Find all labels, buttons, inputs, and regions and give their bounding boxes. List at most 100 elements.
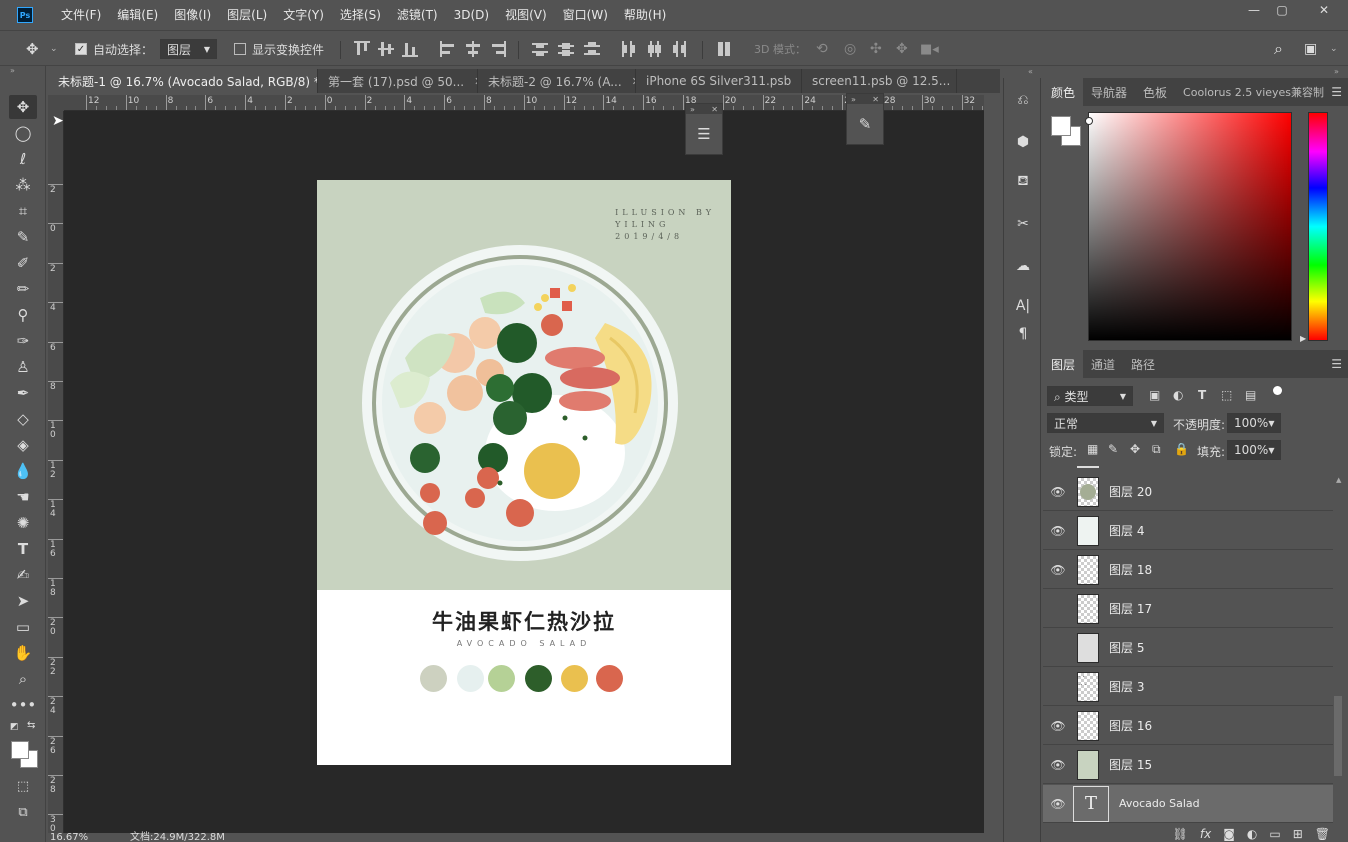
- magic-wand-icon[interactable]: ⁂: [9, 173, 37, 197]
- close-icon[interactable]: ✕: [872, 95, 879, 104]
- scroll-up-icon[interactable]: ▲: [1336, 476, 1341, 484]
- color-picker-handle[interactable]: [1085, 117, 1093, 125]
- visibility-eye-icon[interactable]: 👁: [1043, 512, 1073, 550]
- menu-filter[interactable]: 滤镜(T): [389, 0, 446, 30]
- layer-row[interactable]: 👁 图层 16: [1043, 707, 1333, 745]
- pen-icon[interactable]: ✍: [9, 563, 37, 587]
- libraries-icon[interactable]: ☁: [1011, 254, 1035, 278]
- filter-type-icon[interactable]: T: [1198, 388, 1206, 402]
- minimize-icon[interactable]: —: [1240, 0, 1268, 20]
- tab-channels[interactable]: 通道: [1083, 350, 1123, 378]
- menu-file[interactable]: 文件(F): [53, 0, 109, 30]
- menu-help[interactable]: 帮助(H): [616, 0, 674, 30]
- eyedropper-icon[interactable]: ✎: [9, 225, 37, 249]
- show-transform-checkbox[interactable]: 显示变换控件: [234, 39, 324, 59]
- hue-slider-handle[interactable]: ▶: [1300, 334, 1306, 343]
- opacity-input[interactable]: 100% ▼: [1227, 413, 1281, 433]
- healing-brush-icon[interactable]: ✐: [9, 251, 37, 275]
- expand-icon[interactable]: »: [851, 95, 856, 104]
- new-group-icon[interactable]: ▭: [1269, 827, 1280, 841]
- lock-paint-icon[interactable]: ✎: [1108, 442, 1118, 456]
- eraser-icon[interactable]: ◇: [9, 407, 37, 431]
- 3d-icon[interactable]: ⬢: [1011, 130, 1035, 154]
- visibility-toggle-empty[interactable]: [1043, 629, 1073, 667]
- smudge-icon[interactable]: ☚: [9, 485, 37, 509]
- panel-menu-icon[interactable]: ☰: [1331, 85, 1342, 99]
- menu-window[interactable]: 窗口(W): [555, 0, 616, 30]
- distribute-bottom-icon[interactable]: [584, 41, 600, 57]
- visibility-eye-icon[interactable]: 👁: [1043, 707, 1073, 745]
- default-colors-icon[interactable]: ◩: [10, 722, 19, 732]
- menu-layer[interactable]: 图层(L): [219, 0, 275, 30]
- elliptical-marquee-icon[interactable]: ◯: [9, 121, 37, 145]
- adjustment-layer-icon[interactable]: ◐: [1247, 827, 1257, 841]
- tab-document-3[interactable]: 未标题-2 @ 16.7% (A...✕: [478, 69, 636, 93]
- tab-document-4[interactable]: iPhone 6S Silver311.psb✕: [636, 69, 802, 93]
- color-saturation-field[interactable]: [1085, 112, 1292, 341]
- brush-settings-icon[interactable]: ✎: [847, 104, 883, 144]
- align-top-icon[interactable]: [354, 41, 370, 57]
- foreground-color-swatch[interactable]: [1051, 116, 1071, 136]
- search-icon[interactable]: ⌕: [1274, 39, 1283, 59]
- distribute-right-icon[interactable]: [672, 41, 688, 57]
- paragraph-icon[interactable]: ¶: [1011, 322, 1035, 346]
- auto-align-icon[interactable]: [716, 41, 732, 57]
- 3d-roll-icon[interactable]: ◎: [844, 39, 856, 59]
- blur-icon[interactable]: 💧: [9, 459, 37, 483]
- link-layers-icon[interactable]: ⛓: [1173, 827, 1188, 841]
- art-history-brush-icon[interactable]: ✒: [9, 381, 37, 405]
- tab-document-5[interactable]: screen11.psb @ 12.5...✕: [802, 69, 957, 93]
- hand-icon[interactable]: ✋: [9, 641, 37, 665]
- distribute-vcenter-icon[interactable]: [558, 41, 574, 57]
- collapse-icon[interactable]: »: [1334, 67, 1339, 76]
- menu-select[interactable]: 选择(S): [332, 0, 389, 30]
- visibility-toggle-empty[interactable]: [1043, 668, 1073, 706]
- vertical-ruler[interactable]: 2 0 2 4 6 8 1 0 1 2 1 4 1 6 1 8 2 0 2 2 2 4 2 6 2 8 3 0: [48, 111, 64, 833]
- layer-row[interactable]: 👁 图层 18: [1043, 551, 1333, 589]
- distribute-top-icon[interactable]: [532, 41, 548, 57]
- auto-select-dropdown[interactable]: 图层 ▼: [160, 39, 217, 59]
- distribute-left-icon[interactable]: [620, 41, 636, 57]
- checkbox-checked-icon[interactable]: ✓: [75, 43, 87, 55]
- align-hcenter-icon[interactable]: [465, 41, 481, 57]
- menu-image[interactable]: 图像(I): [166, 0, 219, 30]
- tab-document-2[interactable]: 第一套 (17).psd @ 50...✕: [318, 69, 478, 93]
- visibility-eye-icon[interactable]: 👁: [1043, 746, 1073, 784]
- foreground-color-swatch[interactable]: [11, 741, 29, 759]
- lock-position-icon[interactable]: ✥: [1130, 442, 1140, 456]
- lock-transparent-icon[interactable]: ▦: [1087, 442, 1098, 456]
- zoom-icon[interactable]: ⌕: [9, 667, 37, 691]
- add-mask-icon[interactable]: ◙: [1223, 827, 1235, 841]
- collapse-icon[interactable]: «: [1028, 67, 1033, 76]
- tab-document-1[interactable]: 未标题-1 @ 16.7% (Avocado Salad, RGB/8) *✕: [48, 69, 318, 93]
- fill-input[interactable]: 100% ▼: [1227, 440, 1281, 460]
- layer-row[interactable]: 图层 17: [1043, 590, 1333, 628]
- layer-row[interactable]: 👁 图层 15: [1043, 746, 1333, 784]
- crop-icon[interactable]: ⌗: [9, 199, 37, 223]
- tab-color[interactable]: 颜色: [1043, 78, 1084, 106]
- 3d-camera-icon[interactable]: ■◂: [920, 39, 939, 59]
- quick-mask-icon[interactable]: ⬚: [9, 774, 37, 798]
- menu-3d[interactable]: 3D(D): [446, 0, 497, 30]
- align-vcenter-icon[interactable]: [378, 41, 394, 57]
- lock-all-icon[interactable]: 🔒: [1174, 442, 1189, 456]
- scrollbar-thumb[interactable]: [1334, 696, 1342, 776]
- menu-edit[interactable]: 编辑(E): [109, 0, 166, 30]
- clone-stamp-icon[interactable]: ⚲: [9, 303, 37, 327]
- close-icon[interactable]: ✕: [711, 105, 718, 114]
- visibility-toggle-empty[interactable]: [1043, 590, 1073, 628]
- paint-bucket-icon[interactable]: ◈: [9, 433, 37, 457]
- hue-slider[interactable]: [1308, 112, 1328, 341]
- tab-navigator[interactable]: 导航器: [1083, 78, 1135, 106]
- chevron-down-icon[interactable]: ⌄: [1330, 39, 1338, 59]
- auto-select-checkbox[interactable]: ✓ 自动选择：: [75, 39, 153, 59]
- visibility-eye-icon[interactable]: 👁: [1043, 785, 1073, 823]
- sponge-icon[interactable]: ✺: [9, 511, 37, 535]
- delete-layer-icon[interactable]: 🗑: [1315, 827, 1330, 841]
- tab-paths[interactable]: 路径: [1123, 350, 1163, 378]
- blend-mode-dropdown[interactable]: 正常 ▼: [1047, 413, 1164, 433]
- layer-filter-dropdown[interactable]: ⌕ 类型 ▼: [1047, 386, 1133, 406]
- history-brush-icon[interactable]: ✑: [9, 329, 37, 353]
- path-selection-icon[interactable]: ➤: [9, 589, 37, 613]
- lasso-icon[interactable]: ℓ: [9, 147, 37, 171]
